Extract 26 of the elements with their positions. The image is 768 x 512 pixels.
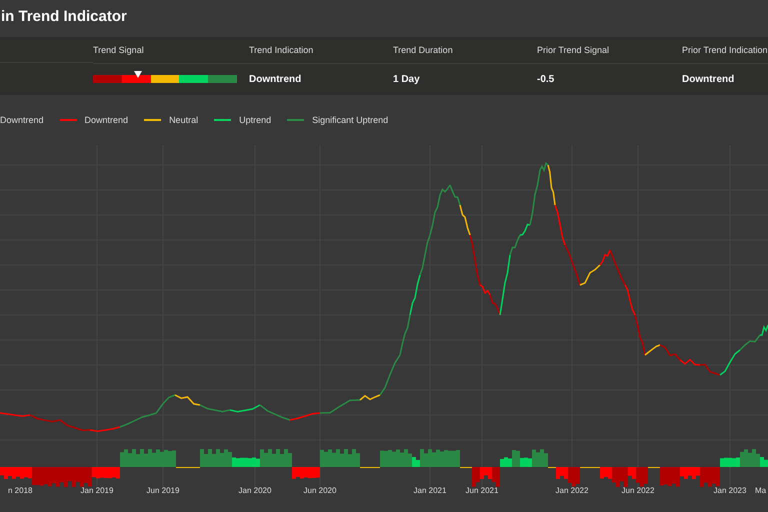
- column-header: Prior Trend Signal: [537, 36, 682, 64]
- column-header: Trend Signal: [93, 36, 249, 64]
- x-axis-label: Jan 2019: [80, 486, 114, 495]
- x-axis-label: Jan 2022: [556, 486, 588, 495]
- legend-label: Significant Uptrend: [312, 115, 388, 125]
- legend-label: Downtrend: [84, 115, 128, 125]
- column-header: Prior Trend Indication: [682, 36, 768, 64]
- legend-label: Neutral: [169, 115, 198, 125]
- column-value: -0.5: [537, 74, 556, 84]
- x-axis-label: Jun 2020: [304, 486, 336, 495]
- column-value: 1 Day: [393, 74, 421, 84]
- column-header: Trend Duration: [393, 36, 537, 64]
- x-axis-label: Jun 2021: [466, 486, 498, 495]
- x-axis-label: Jun 2022: [622, 486, 654, 495]
- page-title: in Trend Indicator: [0, 7, 128, 27]
- column-header: Trend Indication: [249, 36, 393, 64]
- column-value: Downtrend: [249, 74, 302, 84]
- x-axis-label: n 2018: [8, 486, 32, 495]
- x-axis-label: Jan 2023: [714, 486, 746, 495]
- x-axis-label: Ma: [755, 486, 766, 495]
- legend-label: Uptrend: [239, 115, 272, 125]
- x-axis-label: Jun 2019: [146, 486, 180, 495]
- legend-label: Downtrend: [0, 115, 44, 125]
- x-axis-label: Jan 2021: [414, 486, 446, 495]
- x-axis-label: Jan 2020: [238, 486, 272, 495]
- column-value: Downtrend: [682, 74, 736, 84]
